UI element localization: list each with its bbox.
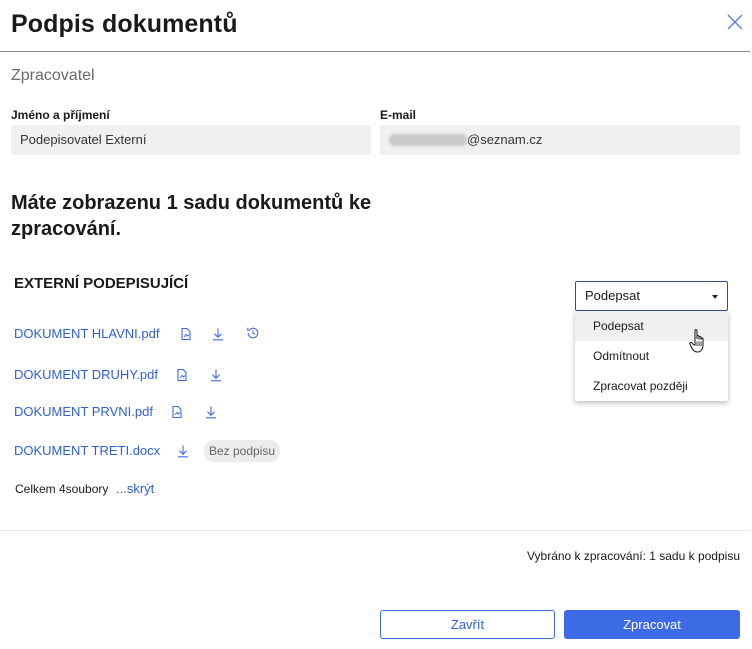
close-icon[interactable]: [726, 13, 744, 31]
no-signature-badge: Bez podpisu: [204, 440, 281, 462]
document-link[interactable]: DOKUMENT PRVNI.pdf: [14, 404, 153, 419]
footer-divider: [0, 530, 750, 531]
sign-document-icon[interactable]: [170, 405, 184, 419]
document-link[interactable]: DOKUMENT HLAVNI.pdf: [14, 326, 159, 341]
files-total: Celkem 4soubory: [15, 482, 109, 496]
menu-item-process-later[interactable]: Zpracovat později: [575, 371, 728, 401]
sign-document-icon[interactable]: [175, 368, 189, 382]
action-select-value: Podepsat: [585, 288, 640, 303]
dialog-title: Podpis dokumentů: [11, 10, 238, 38]
hide-files-link[interactable]: ...skrýt: [116, 481, 154, 496]
download-icon[interactable]: [176, 444, 190, 458]
email-label: E-mail: [380, 108, 417, 122]
header-divider: [0, 51, 750, 52]
history-icon[interactable]: [246, 326, 260, 340]
email-field[interactable]: @seznam.cz: [380, 125, 740, 155]
email-domain: @seznam.cz: [467, 132, 543, 147]
hand-pointer-icon: [689, 328, 707, 354]
name-field[interactable]: Podepisovatel Externí: [11, 125, 371, 155]
sign-document-icon[interactable]: [179, 327, 193, 341]
document-link[interactable]: DOKUMENT DRUHY.pdf: [14, 367, 158, 382]
download-icon[interactable]: [209, 368, 223, 382]
document-link[interactable]: DOKUMENT TRETI.docx: [14, 443, 160, 458]
process-button[interactable]: Zpracovat: [564, 610, 740, 639]
selection-summary: Vybráno k zpracování: 1 sadu k podpisu: [526, 549, 740, 563]
documents-heading: Máte zobrazenu 1 sadu dokumentů ke zprac…: [11, 192, 372, 240]
action-select[interactable]: Podepsat: [575, 281, 728, 311]
download-icon[interactable]: [211, 327, 225, 341]
chevron-down-icon: [712, 295, 718, 299]
external-signers-title: EXTERNÍ PODEPISUJÍCÍ: [14, 275, 189, 292]
download-icon[interactable]: [204, 405, 218, 419]
close-button[interactable]: Zavřít: [380, 610, 555, 639]
name-label: Jméno a příjmení: [11, 108, 110, 122]
section-subtitle: Zpracovatel: [11, 67, 95, 84]
action-dropdown-menu: Podepsat Odmítnout Zpracovat později: [575, 311, 728, 401]
redacted-email-user: [389, 134, 467, 146]
